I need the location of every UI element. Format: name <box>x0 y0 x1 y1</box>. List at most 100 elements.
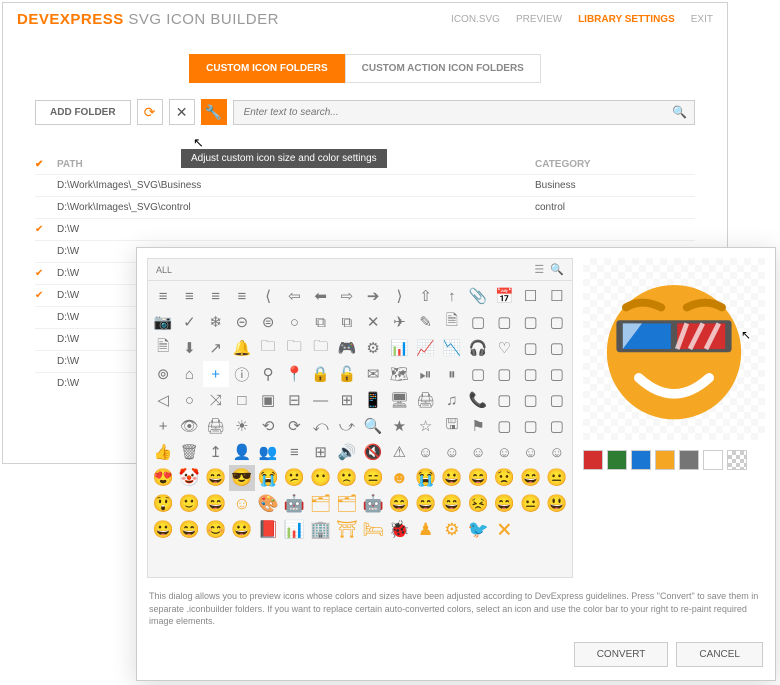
icon-cell[interactable]: 😀 <box>229 517 255 543</box>
row-check-icon[interactable]: ✔ <box>35 224 57 235</box>
icon-cell[interactable]: 😭 <box>255 465 281 491</box>
icon-cell[interactable]: ⊟ <box>281 387 307 413</box>
icon-cell[interactable]: ⤺ <box>308 413 334 439</box>
icon-cell[interactable]: ✓ <box>176 309 202 335</box>
icon-cell[interactable]: ⓘ <box>229 361 255 387</box>
row-check-icon[interactable] <box>35 312 57 323</box>
icon-cell[interactable] <box>491 543 517 569</box>
icon-cell[interactable]: ✎ <box>413 309 439 335</box>
icon-cell[interactable]: 😀 <box>150 517 176 543</box>
icon-cell[interactable]: ▣ <box>255 387 281 413</box>
icon-cell[interactable]: 📞 <box>465 387 491 413</box>
check-all-icon[interactable]: ✔ <box>35 159 57 170</box>
icon-cell[interactable]: 📈 <box>413 335 439 361</box>
icon-cell[interactable]: 👁 <box>176 413 202 439</box>
icon-cell[interactable]: 🔓 <box>334 361 360 387</box>
icon-cell[interactable] <box>544 543 570 569</box>
icon-cell[interactable]: ☀ <box>229 413 255 439</box>
icon-cell[interactable] <box>229 543 255 569</box>
icon-cell[interactable]: 😐 <box>518 491 544 517</box>
icon-cell[interactable]: 😲 <box>150 491 176 517</box>
icon-cell[interactable]: ⟨ <box>255 283 281 309</box>
icon-cell[interactable]: 😄 <box>518 465 544 491</box>
icon-cell[interactable]: ⤨ <box>203 387 229 413</box>
icon-cell[interactable]: ▢ <box>544 309 570 335</box>
icon-cell[interactable]: 🗂 <box>308 491 334 517</box>
tab-custom-action-icon-folders[interactable]: CUSTOM ACTION ICON FOLDERS <box>345 54 541 83</box>
icon-cell[interactable]: 🎨 <box>255 491 281 517</box>
tab-custom-icon-folders[interactable]: CUSTOM ICON FOLDERS <box>189 54 344 83</box>
icon-cell[interactable]: 🗑 <box>176 439 202 465</box>
icon-cell[interactable]: 🔔 <box>229 335 255 361</box>
icon-cell[interactable]: 📅 <box>491 283 517 309</box>
icon-cell[interactable]: 🗀 <box>281 335 307 361</box>
icon-cell[interactable]: — <box>308 387 334 413</box>
icon-cell[interactable] <box>465 543 491 569</box>
icon-cell[interactable] <box>255 543 281 569</box>
icon-cell[interactable]: ✕ <box>360 309 386 335</box>
icon-cell[interactable]: ▢ <box>491 413 517 439</box>
icon-cell[interactable]: ☺ <box>229 491 255 517</box>
icon-cell[interactable]: 🔇 <box>360 439 386 465</box>
icon-cell[interactable]: ▢ <box>491 309 517 335</box>
icon-cell[interactable]: 📊 <box>386 335 412 361</box>
icon-cell[interactable]: 😕 <box>281 465 307 491</box>
icon-cell[interactable]: ⊞ <box>308 439 334 465</box>
icon-cell[interactable]: ▢ <box>544 413 570 439</box>
icon-cell[interactable]: ⏸ <box>439 361 465 387</box>
icon-cell[interactable]: 😣 <box>465 491 491 517</box>
icon-cell[interactable]: 🖨 <box>203 413 229 439</box>
row-check-icon[interactable] <box>35 202 57 213</box>
icon-cell[interactable]: ↑ <box>439 283 465 309</box>
icon-cell[interactable]: ◁ <box>150 387 176 413</box>
nav-exit[interactable]: EXIT <box>691 14 713 25</box>
icon-cell[interactable]: 🖨 <box>413 387 439 413</box>
color-swatch[interactable] <box>655 450 675 470</box>
icon-cell[interactable]: ≡ <box>150 283 176 309</box>
icon-cell[interactable]: ▢ <box>465 361 491 387</box>
icon-cell[interactable]: ▢ <box>518 413 544 439</box>
icon-cell[interactable]: ☺ <box>439 439 465 465</box>
icon-cell[interactable]: ≡ <box>229 283 255 309</box>
row-check-icon[interactable]: ✔ <box>35 268 57 279</box>
icon-cell[interactable]: 😄 <box>439 491 465 517</box>
icon-cell[interactable]: ☺ <box>413 439 439 465</box>
icon-cell[interactable]: ♟ <box>413 517 439 543</box>
icon-cell[interactable]: 😊 <box>203 517 229 543</box>
search-input[interactable] <box>233 100 695 125</box>
remove-button[interactable]: ✕ <box>169 99 195 125</box>
icon-cell[interactable]: 😭 <box>413 465 439 491</box>
icon-cell[interactable]: ✉ <box>360 361 386 387</box>
icon-cell[interactable]: ☺ <box>491 439 517 465</box>
adjust-settings-button[interactable]: 🔧 <box>201 99 227 125</box>
icon-cell[interactable]: 😄 <box>203 465 229 491</box>
icon-cell[interactable]: ⊞ <box>334 387 360 413</box>
row-check-icon[interactable]: ✔ <box>35 290 57 301</box>
icon-cell[interactable]: 🐞 <box>386 517 412 543</box>
icon-cell[interactable]: ↥ <box>203 439 229 465</box>
icon-cell[interactable]: 🎧 <box>465 335 491 361</box>
icon-cell[interactable] <box>439 543 465 569</box>
icon-cell[interactable]: ☺ <box>544 439 570 465</box>
icon-cell[interactable]: ⤻ <box>334 413 360 439</box>
icon-cell[interactable]: ▢ <box>465 309 491 335</box>
row-check-icon[interactable] <box>35 378 57 389</box>
icon-cell[interactable] <box>413 543 439 569</box>
icon-cell[interactable]: 👤 <box>229 439 255 465</box>
icon-cell[interactable] <box>176 543 202 569</box>
refresh-button[interactable]: ⟳ <box>137 99 163 125</box>
icon-cell[interactable]: + <box>203 361 229 387</box>
icon-cell[interactable]: 📎 <box>465 283 491 309</box>
icon-cell[interactable]: ▢ <box>491 361 517 387</box>
icon-cell[interactable]: 🖫 <box>439 413 465 439</box>
nav-iconsvg[interactable]: ICON.SVG <box>451 14 500 25</box>
icon-cell[interactable]: ☐ <box>518 283 544 309</box>
icon-cell[interactable]: 🗎 <box>439 309 465 335</box>
icon-cell[interactable]: 😟 <box>491 465 517 491</box>
icon-cell[interactable]: ⚠ <box>386 439 412 465</box>
color-swatch[interactable] <box>583 450 603 470</box>
icon-cell[interactable]: 😄 <box>465 465 491 491</box>
icon-cell[interactable]: ⇦ <box>281 283 307 309</box>
icon-cell[interactable]: 😐 <box>544 465 570 491</box>
icon-cell[interactable] <box>334 543 360 569</box>
